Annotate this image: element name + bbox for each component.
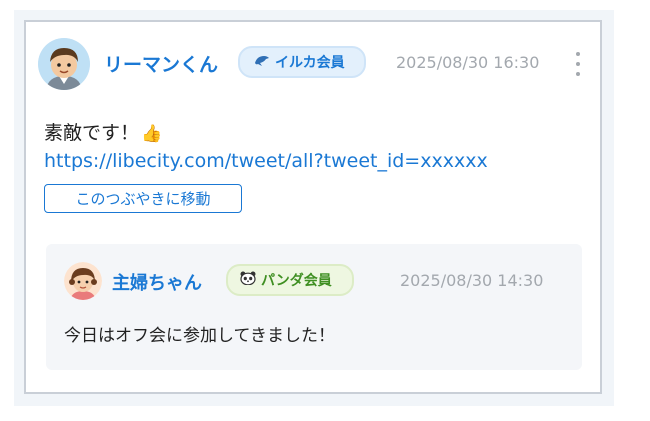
panda-icon — [240, 271, 256, 289]
quoted-author-name[interactable]: 主婦ちゃん — [112, 269, 202, 295]
quoted-post[interactable] — [46, 244, 582, 370]
member-badge-dolphin: イルカ会員 — [238, 46, 366, 78]
dolphin-icon — [254, 53, 270, 71]
thumbs-up-icon: 👍 — [141, 124, 163, 144]
more-vertical-icon[interactable] — [574, 52, 582, 76]
move-to-tweet-button[interactable]: このつぶやきに移動 — [44, 184, 242, 213]
post-text: 素敵です！ 👍 — [44, 118, 162, 145]
quoted-text: 今日はオフ会に参加してきました！ — [64, 326, 335, 346]
member-badge-panda: パンダ会員 — [226, 264, 354, 296]
author-name[interactable]: リーマンくん — [104, 50, 218, 77]
quoted-author-avatar[interactable] — [64, 262, 102, 300]
post-text-content: 素敵です！ — [44, 122, 140, 144]
author-avatar[interactable] — [38, 38, 90, 90]
badge-label: パンダ会員 — [261, 273, 332, 289]
post-timestamp: 2025/08/30 16:30 — [396, 53, 540, 72]
badge-label: イルカ会員 — [275, 55, 345, 71]
quoted-timestamp: 2025/08/30 14:30 — [400, 271, 544, 290]
post-link[interactable]: https://libecity.com/tweet/all?tweet_id=… — [44, 150, 488, 172]
